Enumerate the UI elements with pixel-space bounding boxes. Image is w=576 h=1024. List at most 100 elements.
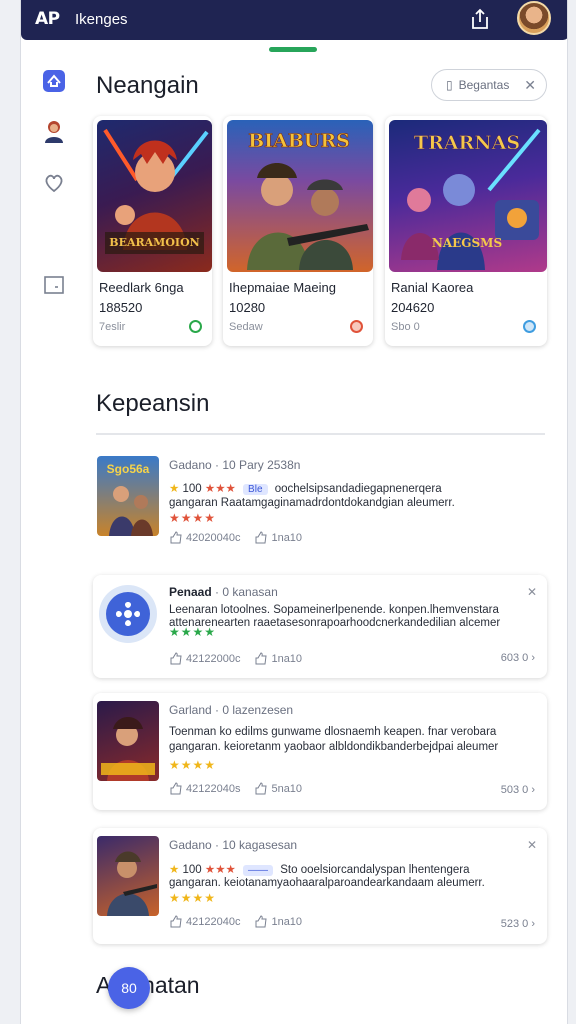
review-line-1: ★ 100 ★★★ —— Sto ooelsiorcandalyspan lhe… [169,862,470,876]
review-footer: 42122040c 1na10 [169,915,302,928]
review-header: Gadano · 10 kagasesan [169,838,297,852]
star-icon: ★ [169,864,180,876]
reply-icon[interactable] [254,915,268,928]
review-action[interactable]: 603 0 › [501,652,535,664]
nav-library[interactable] [41,272,67,298]
puzzle-icon [106,592,150,636]
floating-action-button[interactable]: 80 [108,967,150,1009]
game-card-number: 10280 [229,300,266,315]
reply-icon[interactable] [254,531,268,544]
review-header: Garland · 0 lazenzesen [169,703,293,717]
app-frame: AP Ikenges Neangain ▯ Begantas ✕ BEARAMO… [20,0,568,1024]
review-footer: 42122040s 5na10 [169,782,302,795]
review-text-1: oochelsipsandadiegapnenerqera [274,483,442,495]
game-cover-image [97,120,212,272]
review-rating: 100 [182,864,202,876]
game-card[interactable]: BIABURS Ihepmaiae Maeing 10280 Sedaw [223,116,373,346]
game-card-number: 204620 [391,300,435,315]
like-icon[interactable] [169,915,182,928]
game-card-number: 188520 [99,300,143,315]
app-title: Ikenges [75,11,128,28]
review-text-1: Leenaran lotoolnes. Sopameinerlpenende. … [169,604,499,616]
reply-count: 5na10 [271,782,303,795]
review-item[interactable]: Garland · 0 lazenzesen Toenman ko edilms… [93,693,547,810]
like-icon[interactable] [169,782,182,795]
review-item[interactable]: ✕ Penaad · 0 kanasan Leenaran lotoolnes.… [93,575,547,678]
like-count: 42122040s [186,782,241,795]
nav-favorites[interactable] [41,170,67,196]
game-card-meta: 7eslir [99,321,126,333]
review-text-2: gangaran. keioretanm yaobaor albldondikb… [169,741,499,753]
review-header: Gadano · 10 Pary 2538n [169,458,300,472]
rating-stars: ★★★ [204,864,236,876]
game-card-meta: Sedaw [229,321,263,333]
review-stars: ★★★★ [169,891,217,905]
like-count: 42122040c [186,915,241,928]
review-author: Penaad [169,585,212,599]
game-card-title: Ihepmaiae Maeing [229,280,336,295]
close-icon[interactable]: ✕ [524,77,536,94]
review-date: · 0 lazenzesen [215,703,294,717]
filter-chip[interactable]: ▯ Begantas ✕ [431,69,547,101]
review-author: Garland [169,703,212,717]
close-icon[interactable]: ✕ [527,838,537,852]
status-icon [350,320,363,333]
review-date: · 0 kanasan [215,585,278,599]
reply-icon[interactable] [254,652,268,665]
reply-count: 1na10 [271,915,303,928]
review-avatar [99,585,157,643]
status-icon [523,320,536,333]
review-item[interactable]: ✕ Gadano · 10 kagasesan ★ 100 ★★★ —— Sto… [93,828,547,944]
section-divider [96,433,545,435]
game-card-title: Ranial Kaorea [391,280,474,295]
review-action[interactable]: 503 0 › [501,784,535,796]
app-logo: AP [35,9,60,29]
game-cover-caption: NAEGSMS [431,236,503,250]
game-card[interactable]: BEARAMOION Reedlark 6nga 188520 7eslir [93,116,212,346]
review-stars: ★★★★ [169,758,217,772]
top-app-bar: AP Ikenges [21,0,567,40]
filter-icon: ▯ [446,78,453,92]
chevron-right-icon: › [531,918,535,930]
like-count: 42122000c [186,652,241,665]
nav-home[interactable] [41,68,67,94]
game-card-title: Reedlark 6nga [99,280,184,295]
user-avatar[interactable] [517,1,551,35]
game-card-meta: Sbo 0 [391,321,420,333]
review-text-2: gangaran. keiotanamyaohaaralparoandearka… [169,877,485,889]
review-footer: 42122000c 1na10 [169,652,302,665]
filter-chip-label: Begantas [458,78,510,92]
review-item[interactable]: Sgo56a Gadano · 10 Pary 2538n ★ 100 ★★★ … [93,448,547,558]
heart-icon [45,174,63,193]
like-icon[interactable] [169,531,182,544]
review-text-1: Toenman ko edilms gunwame dlosnaemh keap… [169,726,497,738]
review-footer: 42020040c 1na10 [169,531,302,544]
side-navigation [21,50,81,310]
game-cover-title-art: TRARNAS [413,132,521,155]
close-icon[interactable]: ✕ [527,585,537,599]
review-action-count: 523 0 [500,918,529,930]
drag-handle[interactable] [269,47,317,52]
reviews-heading: Kepeansin [96,390,210,417]
nav-profile[interactable] [41,118,67,144]
rating-stars: ★★★ [204,483,236,495]
reply-count: 1na10 [271,531,303,544]
game-card[interactable]: TRARNAS NAEGSMS Ranial Kaorea 204620 Sbo… [385,116,547,346]
review-date: · 10 Pary 2538n [215,458,301,472]
featured-heading: Neangain [96,72,199,99]
reply-icon[interactable] [254,782,268,795]
review-author: Gadano [169,838,212,852]
review-date: · 10 kagasesan [215,838,298,852]
review-text-1: Sto ooelsiorcandalyspan lhentengera [280,864,470,876]
game-cover-caption: BEARAMOION [109,236,200,249]
review-badge: —— [243,865,274,876]
share-icon[interactable] [469,7,491,31]
review-action-count: 603 0 [500,652,529,664]
review-author: Gadano [169,458,212,472]
review-header: Penaad · 0 kanasan [169,585,278,599]
review-action[interactable]: 523 0 › [501,918,535,930]
home-icon [43,70,65,92]
review-action-count: 503 0 [500,784,529,796]
review-text-2: gangaran Raatamgaginamadrdontdokandgian … [169,497,455,509]
like-icon[interactable] [169,652,182,665]
